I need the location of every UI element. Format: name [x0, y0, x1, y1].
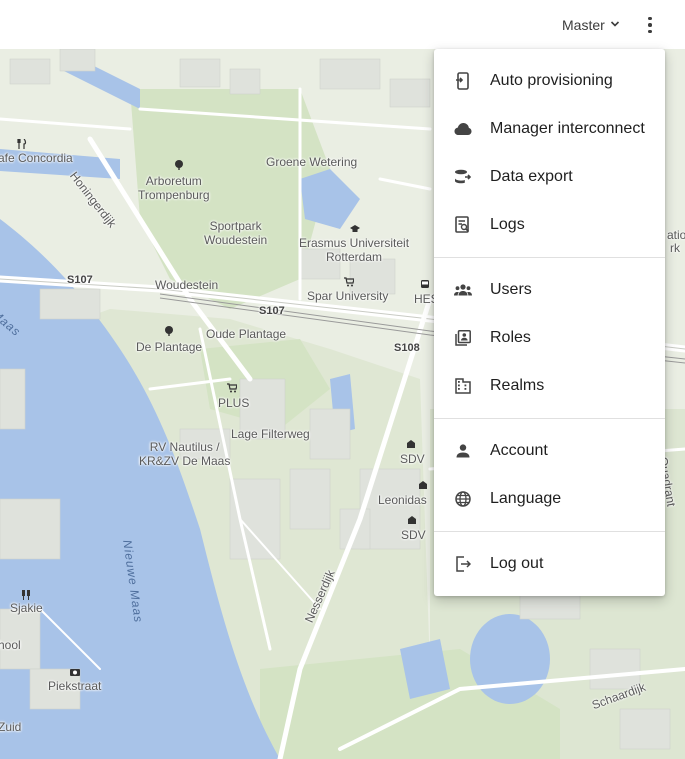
map-label-sjakie: Sjakie — [10, 601, 43, 615]
shop-icon — [227, 383, 237, 393]
sports-club-icon — [418, 480, 428, 490]
menu-item-label: Auto provisioning — [490, 72, 613, 89]
map-label-arboretum: Arboretum Trompenburg — [138, 174, 210, 202]
menu-item-label: Logs — [490, 216, 525, 233]
menu-item-logs[interactable]: Logs — [434, 201, 665, 249]
map-label-oude-plantage: Oude Plantage — [206, 327, 287, 341]
map-label-zuid: Zuid — [0, 720, 22, 734]
menu-divider — [434, 418, 665, 419]
globe-icon — [454, 490, 472, 508]
tree-icon — [174, 160, 184, 170]
logs-icon — [454, 216, 472, 234]
menu-item-manager-interconnect[interactable]: Manager interconnect — [434, 105, 665, 153]
map-label-rv-nautilus: RV Nautilus / KR&ZV De Maas — [139, 440, 231, 468]
menu-item-label: Language — [490, 490, 562, 507]
tree-icon — [164, 326, 174, 336]
menu-divider — [434, 257, 665, 258]
bus-stop-icon — [420, 280, 430, 290]
auto-provisioning-icon — [454, 72, 472, 90]
menu-item-realms[interactable]: Realms — [434, 362, 665, 410]
map-label-sdv-2: SDV — [401, 528, 426, 542]
map-label-s107-a: S107 — [67, 274, 93, 286]
chevron-down-icon — [609, 17, 621, 33]
menu-item-roles[interactable]: Roles — [434, 314, 665, 362]
menu-item-label: Manager interconnect — [490, 120, 645, 137]
menu-item-label: Users — [490, 281, 532, 298]
menu-item-label: Realms — [490, 377, 545, 394]
map-label-de-plantage: De Plantage — [136, 340, 203, 354]
map-label-s107-b: S107 — [259, 305, 285, 317]
sports-club-icon — [407, 515, 417, 525]
menu-item-log-out[interactable]: Log out — [434, 540, 665, 588]
map-label-plus: PLUS — [218, 396, 250, 410]
map-label-rk: rk — [670, 241, 680, 255]
cloud-icon — [454, 120, 472, 138]
logout-icon — [454, 555, 472, 573]
map-label-lage-filterweg: Lage Filterweg — [231, 427, 310, 441]
map-label-piekstraat: Piekstraat — [48, 679, 102, 693]
map-label-cafe: afe Concordia — [0, 151, 73, 165]
menu-item-account[interactable]: Account — [434, 427, 665, 475]
menu-item-label: Data export — [490, 168, 573, 185]
restaurant-icon — [17, 139, 27, 149]
map-label-woudestein: Woudestein — [155, 278, 219, 292]
menu-item-label: Log out — [490, 555, 544, 572]
map-label-hool: hool — [0, 638, 21, 652]
bar-icon — [21, 590, 31, 600]
map-label-atio: atio — [667, 228, 685, 242]
map-label-s108: S108 — [394, 342, 420, 354]
map-label-leonidas: Leonidas — [378, 493, 427, 507]
more-vertical-icon[interactable] — [640, 12, 660, 38]
map-label-erasmus: Erasmus Universiteit Rotterdam — [299, 236, 410, 264]
map-label-spar: Spar University — [307, 289, 389, 303]
menu-item-users[interactable]: Users — [434, 266, 665, 314]
account-icon — [454, 442, 472, 460]
realm-selector[interactable]: Master — [556, 12, 627, 38]
map-label-groene-wetering: Groene Wetering — [266, 155, 358, 169]
menu-item-label: Roles — [490, 329, 531, 346]
top-bar: Master — [0, 0, 685, 49]
menu-divider — [434, 531, 665, 532]
map-label-sportpark: Sportpark Woudestein — [204, 219, 268, 247]
users-icon — [454, 281, 472, 299]
university-icon — [350, 224, 360, 234]
menu-item-data-export[interactable]: Data export — [434, 153, 665, 201]
shop-icon — [344, 277, 354, 287]
roles-icon — [454, 329, 472, 347]
camera-icon — [70, 667, 80, 677]
menu-item-label: Account — [490, 442, 548, 459]
map-label-sdv-1: SDV — [400, 452, 425, 466]
menu-item-language[interactable]: Language — [434, 475, 665, 523]
realms-icon — [454, 377, 472, 395]
realm-label: Master — [562, 17, 605, 33]
menu-item-auto-provisioning[interactable]: Auto provisioning — [434, 57, 665, 105]
database-export-icon — [454, 168, 472, 186]
sports-club-icon — [406, 439, 416, 449]
overflow-menu: Auto provisioning Manager interconnect D… — [434, 49, 665, 596]
